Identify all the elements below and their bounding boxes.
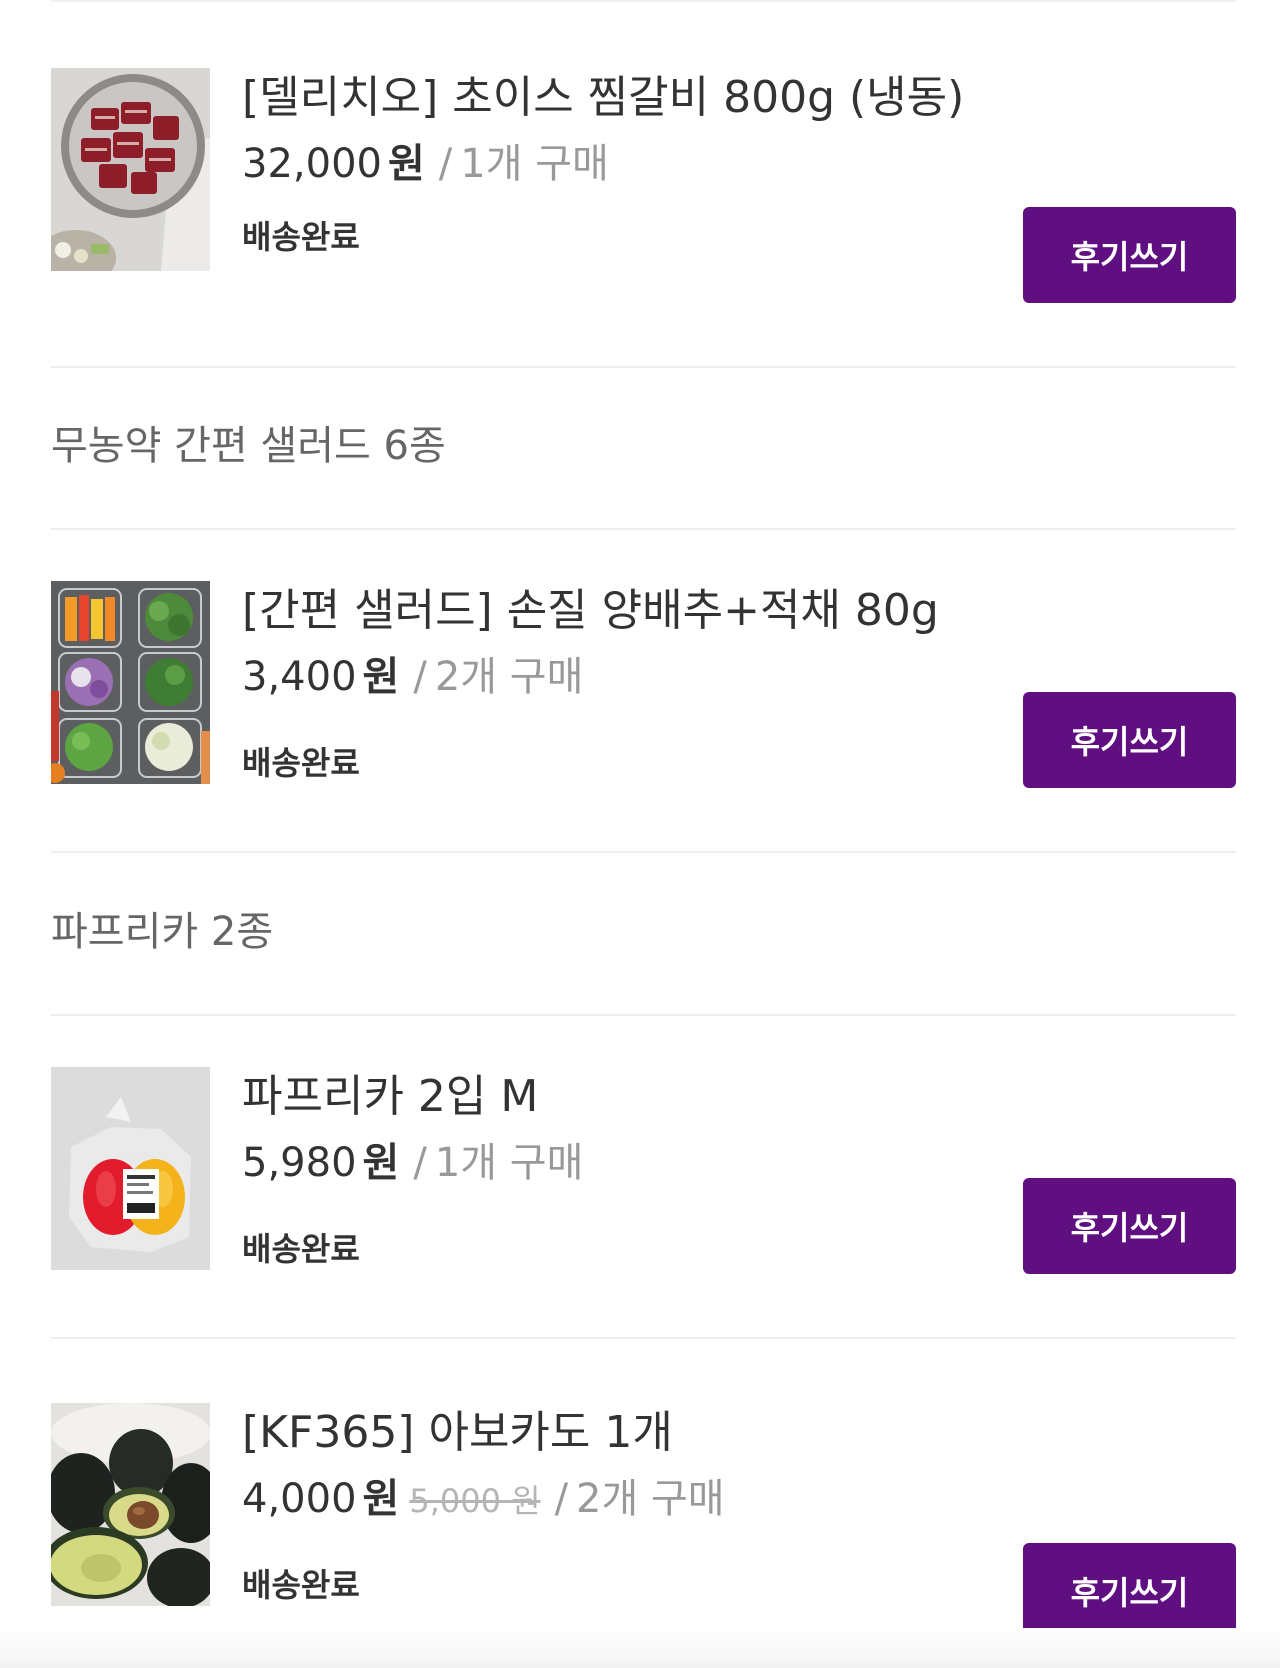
currency: 원 xyxy=(362,654,400,700)
divider xyxy=(51,528,1236,530)
purchase-quantity: 1개 구매 xyxy=(434,1140,584,1186)
divider xyxy=(51,366,1236,368)
divider xyxy=(51,1014,1236,1016)
purchase-quantity: 2개 구매 xyxy=(434,654,584,700)
price: 4,000 xyxy=(242,1476,357,1522)
original-price: 5,000 원 xyxy=(409,1482,541,1520)
delivery-status: 배송완료 xyxy=(242,1566,360,1604)
price-line: 5,980 원 /1개 구매 xyxy=(242,1135,583,1191)
price: 5,980 xyxy=(242,1140,357,1186)
price-line: 3,400 원 /2개 구매 xyxy=(242,649,583,705)
product-image-salad[interactable] xyxy=(51,581,210,784)
top-divider xyxy=(51,0,1236,2)
write-review-button[interactable]: 후기쓰기 xyxy=(1023,1178,1236,1274)
write-review-button[interactable]: 후기쓰기 xyxy=(1023,692,1236,788)
price: 3,400 xyxy=(242,654,357,700)
purchase-quantity: 1개 구매 xyxy=(460,141,609,187)
product-name[interactable]: [KF365] 아보카도 1개 xyxy=(242,1403,673,1463)
group-title: 파프리카 2종 xyxy=(51,909,274,955)
currency: 원 xyxy=(362,1476,400,1522)
currency: 원 xyxy=(387,141,425,187)
separator: / xyxy=(413,654,427,700)
product-name[interactable]: [델리치오] 초이스 찜갈비 800g (냉동) xyxy=(242,68,964,128)
divider xyxy=(51,851,1236,853)
write-review-button[interactable]: 후기쓰기 xyxy=(1023,207,1236,303)
delivery-status: 배송완료 xyxy=(242,1230,360,1268)
price-line: 32,000 원 /1개 구매 xyxy=(242,136,609,192)
price: 32,000 xyxy=(242,141,382,187)
group-title: 무농약 간편 샐러드 6종 xyxy=(51,423,446,469)
separator: / xyxy=(554,1476,569,1522)
separator: / xyxy=(438,141,453,187)
product-name[interactable]: [간편 샐러드] 손질 양배추+적채 80g xyxy=(242,581,939,641)
separator: / xyxy=(413,1140,427,1186)
write-review-button[interactable]: 후기쓰기 xyxy=(1023,1543,1236,1639)
product-name[interactable]: 파프리카 2입 M xyxy=(242,1067,538,1127)
delivery-status: 배송완료 xyxy=(242,218,360,256)
bottom-fade xyxy=(0,1628,1280,1668)
price-line: 4,000 원 5,000 원 /2개 구매 xyxy=(242,1471,725,1529)
purchase-quantity: 2개 구매 xyxy=(576,1476,725,1522)
currency: 원 xyxy=(362,1140,400,1186)
product-image-paprika[interactable] xyxy=(51,1067,210,1270)
product-image-short-ribs[interactable] xyxy=(51,68,210,271)
divider xyxy=(51,1337,1236,1339)
product-image-avocado[interactable] xyxy=(51,1403,210,1606)
delivery-status: 배송완료 xyxy=(242,744,360,782)
